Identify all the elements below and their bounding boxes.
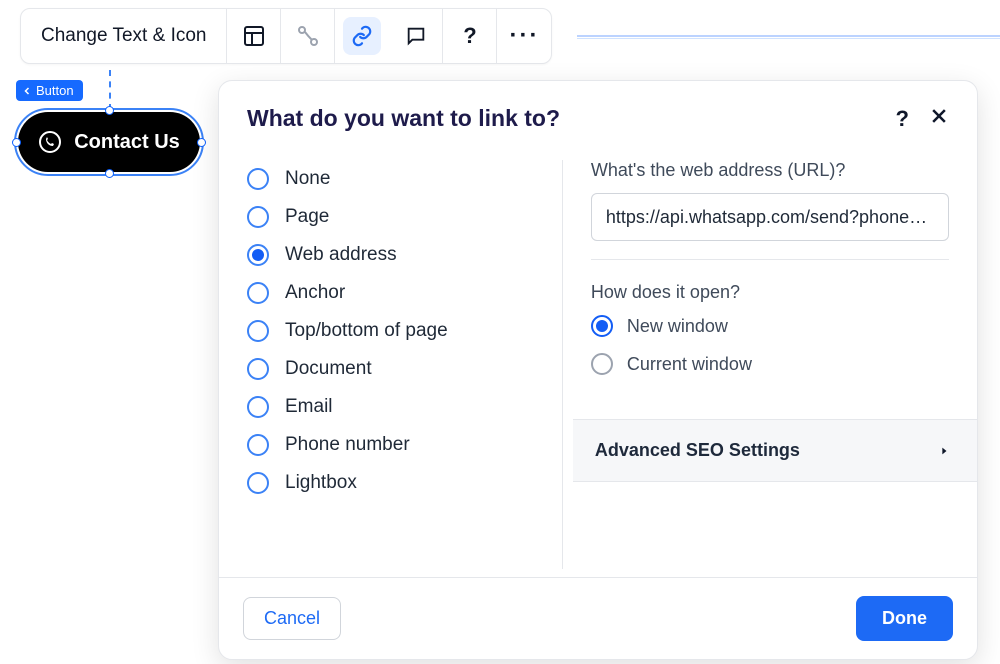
advanced-seo-toggle[interactable]: Advanced SEO Settings: [573, 419, 977, 482]
link-type-label: Email: [285, 396, 333, 418]
layout-icon: [242, 24, 266, 48]
link-type-option[interactable]: Phone number: [247, 426, 546, 464]
open-option[interactable]: Current window: [591, 353, 949, 375]
url-input[interactable]: [591, 193, 949, 241]
chevron-left-icon: [21, 85, 33, 97]
element-toolbar: Change Text & Icon: [20, 8, 552, 64]
advanced-seo-label: Advanced SEO Settings: [595, 440, 800, 461]
radio-icon: [247, 206, 269, 228]
dialog-header: What do you want to link to? ?: [219, 81, 977, 142]
link-type-option[interactable]: Top/bottom of page: [247, 312, 546, 350]
link-type-label: Page: [285, 206, 329, 228]
resize-handle-top[interactable]: [105, 106, 114, 115]
animation-icon: [296, 24, 320, 48]
dialog-close-button[interactable]: [929, 106, 949, 132]
link-type-label: Document: [285, 358, 372, 380]
alignment-guide: [109, 70, 111, 110]
whatsapp-icon: [38, 130, 62, 154]
dialog-help-button[interactable]: ?: [896, 106, 909, 132]
chevron-right-icon: [939, 444, 949, 458]
link-type-list: None Page Web address Anchor Top/bottom of p…: [247, 160, 563, 569]
badge-label: Button: [36, 83, 74, 98]
dialog-title: What do you want to link to?: [247, 105, 560, 132]
resize-handle-left[interactable]: [12, 138, 21, 147]
radio-icon: [247, 396, 269, 418]
chat-icon: [405, 25, 427, 47]
radio-icon: [247, 282, 269, 304]
link-type-label: Lightbox: [285, 472, 357, 494]
done-button[interactable]: Done: [856, 596, 953, 641]
element-type-badge[interactable]: Button: [16, 80, 83, 101]
link-type-option[interactable]: Page: [247, 198, 546, 236]
radio-icon: [247, 358, 269, 380]
dots-icon: ···: [509, 22, 539, 50]
link-type-option[interactable]: None: [247, 160, 546, 198]
link-type-option[interactable]: Email: [247, 388, 546, 426]
link-icon-button[interactable]: [335, 9, 389, 63]
pill-label: Contact Us: [74, 131, 180, 154]
link-type-option[interactable]: Web address: [247, 236, 546, 274]
help-icon-button[interactable]: ?: [443, 9, 497, 63]
radio-icon: [247, 244, 269, 266]
radio-icon: [247, 434, 269, 456]
link-dialog: What do you want to link to? ? None Page W…: [218, 80, 978, 660]
change-text-icon-button[interactable]: Change Text & Icon: [21, 9, 227, 63]
link-type-option[interactable]: Lightbox: [247, 464, 546, 502]
layout-icon-button[interactable]: [227, 9, 281, 63]
question-icon: ?: [896, 106, 909, 131]
comments-icon-button[interactable]: [389, 9, 443, 63]
resize-handle-bottom[interactable]: [105, 169, 114, 178]
editor-guide-line-2: [577, 38, 1000, 39]
link-type-label: Top/bottom of page: [285, 320, 448, 342]
open-option-label: Current window: [627, 354, 752, 375]
radio-icon: [247, 472, 269, 494]
divider: [591, 259, 949, 260]
link-icon: [351, 25, 373, 47]
question-icon: ?: [463, 23, 476, 49]
radio-icon: [591, 315, 613, 337]
url-field-label: What's the web address (URL)?: [591, 160, 949, 181]
animation-icon-button[interactable]: [281, 9, 335, 63]
link-type-option[interactable]: Document: [247, 350, 546, 388]
link-type-label: Web address: [285, 244, 397, 266]
contact-us-button[interactable]: Contact Us: [18, 112, 200, 172]
link-type-label: Anchor: [285, 282, 345, 304]
open-option[interactable]: New window: [591, 315, 949, 337]
open-mode-label: How does it open?: [591, 282, 949, 303]
open-option-label: New window: [627, 316, 728, 337]
link-type-option[interactable]: Anchor: [247, 274, 546, 312]
cancel-label: Cancel: [264, 608, 320, 628]
more-icon-button[interactable]: ···: [497, 9, 551, 63]
editor-guide-line: [577, 35, 1000, 37]
radio-icon: [591, 353, 613, 375]
selected-element[interactable]: Contact Us: [18, 112, 200, 172]
radio-icon: [247, 320, 269, 342]
cancel-button[interactable]: Cancel: [243, 597, 341, 640]
dialog-footer: Cancel Done: [219, 577, 977, 659]
change-text-label: Change Text & Icon: [41, 25, 206, 47]
link-type-label: None: [285, 168, 330, 190]
close-icon: [929, 106, 949, 126]
radio-icon: [247, 168, 269, 190]
link-type-label: Phone number: [285, 434, 410, 456]
resize-handle-right[interactable]: [197, 138, 206, 147]
done-label: Done: [882, 608, 927, 628]
